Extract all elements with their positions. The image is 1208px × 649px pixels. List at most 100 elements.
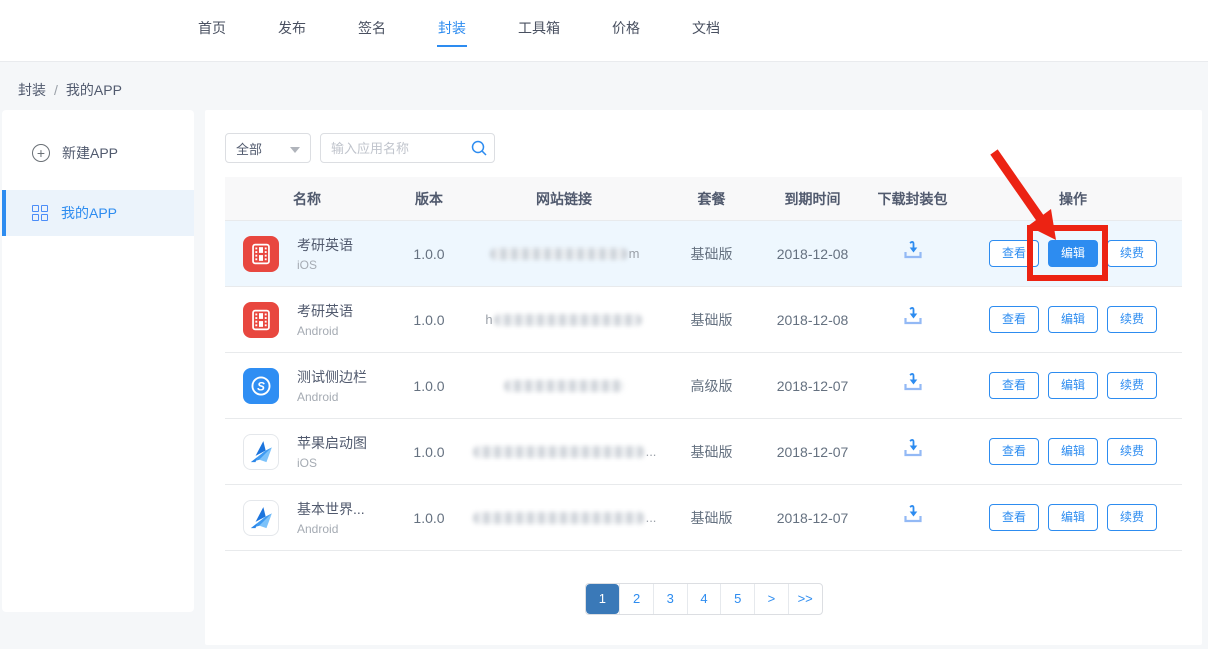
sidebar-item-new-app[interactable]: 新建APP <box>2 130 194 176</box>
sidebar-item-my-app[interactable]: 我的APP <box>2 190 194 236</box>
nav-item[interactable]: 价格 <box>611 14 641 47</box>
app-platform: Android <box>297 390 367 404</box>
app-platform: iOS <box>297 258 353 272</box>
plus-circle-icon <box>32 144 50 162</box>
url-trail: ... <box>646 510 657 525</box>
page-button[interactable]: 5 <box>720 584 754 614</box>
app-icon <box>243 302 279 338</box>
renew-button[interactable]: 续费 <box>1107 372 1157 399</box>
view-button[interactable]: 查看 <box>989 240 1039 267</box>
name-cell: S 测试侧边栏 Android <box>225 367 389 404</box>
app-version: 1.0.0 <box>389 246 469 262</box>
nav-item[interactable]: 封装 <box>437 14 467 47</box>
page-button[interactable]: 1 <box>586 584 620 614</box>
edit-button[interactable]: 编辑 <box>1048 306 1098 333</box>
app-expiry: 2018-12-08 <box>764 246 861 262</box>
table-row: 基本世界... Android 1.0.0 ... 基础版 2018-12-07 <box>225 485 1182 551</box>
main-panel: 全部 名称 版本 网站链接 套餐 到期时间 下载封装包 操作 <box>205 110 1202 645</box>
table-row: 考研英语 Android 1.0.0 h 基础版 2018-12-08 <box>225 287 1182 353</box>
nav-item-label: 发布 <box>278 20 306 36</box>
url-blurred <box>490 248 628 260</box>
svg-text:S: S <box>257 380 265 393</box>
app-name: 考研英语 <box>297 235 353 255</box>
view-button[interactable]: 查看 <box>989 372 1039 399</box>
download-icon[interactable] <box>901 306 925 333</box>
url-cell: m <box>469 246 659 261</box>
actions-cell: 查看 编辑 续费 <box>964 438 1182 465</box>
last-page-button[interactable]: >> <box>788 584 822 614</box>
renew-button[interactable]: 续费 <box>1107 504 1157 531</box>
app-version: 1.0.0 <box>389 312 469 328</box>
edit-button[interactable]: 编辑 <box>1048 240 1098 267</box>
actions-cell: 查看 编辑 续费 <box>964 306 1182 333</box>
search-input[interactable] <box>320 133 495 163</box>
download-icon[interactable] <box>901 504 925 531</box>
nav-item[interactable]: 首页 <box>197 14 227 47</box>
name-cell: 基本世界... Android <box>225 499 389 536</box>
chevron-down-icon <box>290 147 300 153</box>
nav-item[interactable]: 文档 <box>691 14 721 47</box>
app-expiry: 2018-12-07 <box>764 378 861 394</box>
page-button[interactable]: 3 <box>653 584 687 614</box>
view-button[interactable]: 查看 <box>989 504 1039 531</box>
nav-item-label: 价格 <box>612 20 640 36</box>
sidebar-item-label: 我的APP <box>61 203 117 223</box>
app-icon <box>243 236 279 272</box>
category-select[interactable]: 全部 <box>225 133 311 163</box>
app-plan: 基础版 <box>659 244 764 264</box>
search-icon[interactable] <box>470 139 488 157</box>
app-name: 苹果启动图 <box>297 433 367 453</box>
nav-item[interactable]: 发布 <box>277 14 307 47</box>
view-button[interactable]: 查看 <box>989 438 1039 465</box>
breadcrumb-section[interactable]: 封装 <box>18 82 46 98</box>
header-download: 下载封装包 <box>861 189 964 209</box>
download-icon[interactable] <box>901 372 925 399</box>
name-cell: 考研英语 Android <box>225 301 389 338</box>
table-header: 名称 版本 网站链接 套餐 到期时间 下载封装包 操作 <box>225 177 1182 221</box>
app-version: 1.0.0 <box>389 510 469 526</box>
view-button[interactable]: 查看 <box>989 306 1039 333</box>
sidebar-item-label: 新建APP <box>62 143 118 163</box>
app-expiry: 2018-12-07 <box>764 444 861 460</box>
nav-item-label: 工具箱 <box>518 20 560 36</box>
edit-button[interactable]: 编辑 <box>1048 438 1098 465</box>
breadcrumb: 封装/我的APP <box>18 80 122 100</box>
page-button[interactable]: 4 <box>687 584 721 614</box>
nav-item-label: 签名 <box>358 20 386 36</box>
app-expiry: 2018-12-08 <box>764 312 861 328</box>
top-bar: 首页 发布 签名 封装 工具箱 价格 文档 <box>0 0 1208 62</box>
table-row: S 测试侧边栏 Android 1.0.0 高级版 2018-12-07 <box>225 353 1182 419</box>
app-version: 1.0.0 <box>389 378 469 394</box>
header-expiry: 到期时间 <box>764 189 861 209</box>
renew-button[interactable]: 续费 <box>1107 438 1157 465</box>
breadcrumb-separator: / <box>54 82 58 98</box>
table-body: 考研英语 iOS 1.0.0 m 基础版 2018-12-08 <box>225 221 1182 551</box>
download-icon[interactable] <box>901 240 925 267</box>
paper-bird-icon <box>247 504 275 532</box>
nav-item[interactable]: 工具箱 <box>517 14 561 47</box>
film-icon <box>248 307 274 333</box>
pagination: 1 2 3 4 5 > >> <box>585 583 823 615</box>
page-button[interactable]: 2 <box>619 584 653 614</box>
renew-button[interactable]: 续费 <box>1107 240 1157 267</box>
s-compass-icon: S <box>247 372 275 400</box>
nav-item[interactable]: 签名 <box>357 14 387 47</box>
film-icon <box>248 241 274 267</box>
app-expiry: 2018-12-07 <box>764 510 861 526</box>
search-box <box>320 133 495 163</box>
url-cell <box>469 380 659 392</box>
next-page-button[interactable]: > <box>754 584 788 614</box>
url-blurred <box>473 446 645 458</box>
app-icon <box>243 434 279 470</box>
renew-button[interactable]: 续费 <box>1107 306 1157 333</box>
actions-cell: 查看 编辑 续费 <box>964 372 1182 399</box>
edit-button[interactable]: 编辑 <box>1048 372 1098 399</box>
paper-bird-icon <box>247 438 275 466</box>
nav-item-label: 首页 <box>198 20 226 36</box>
url-lead: h <box>485 312 492 327</box>
url-blurred <box>494 314 642 326</box>
download-icon[interactable] <box>901 438 925 465</box>
category-select-value: 全部 <box>236 139 262 158</box>
edit-button[interactable]: 编辑 <box>1048 504 1098 531</box>
header-actions: 操作 <box>964 189 1182 209</box>
